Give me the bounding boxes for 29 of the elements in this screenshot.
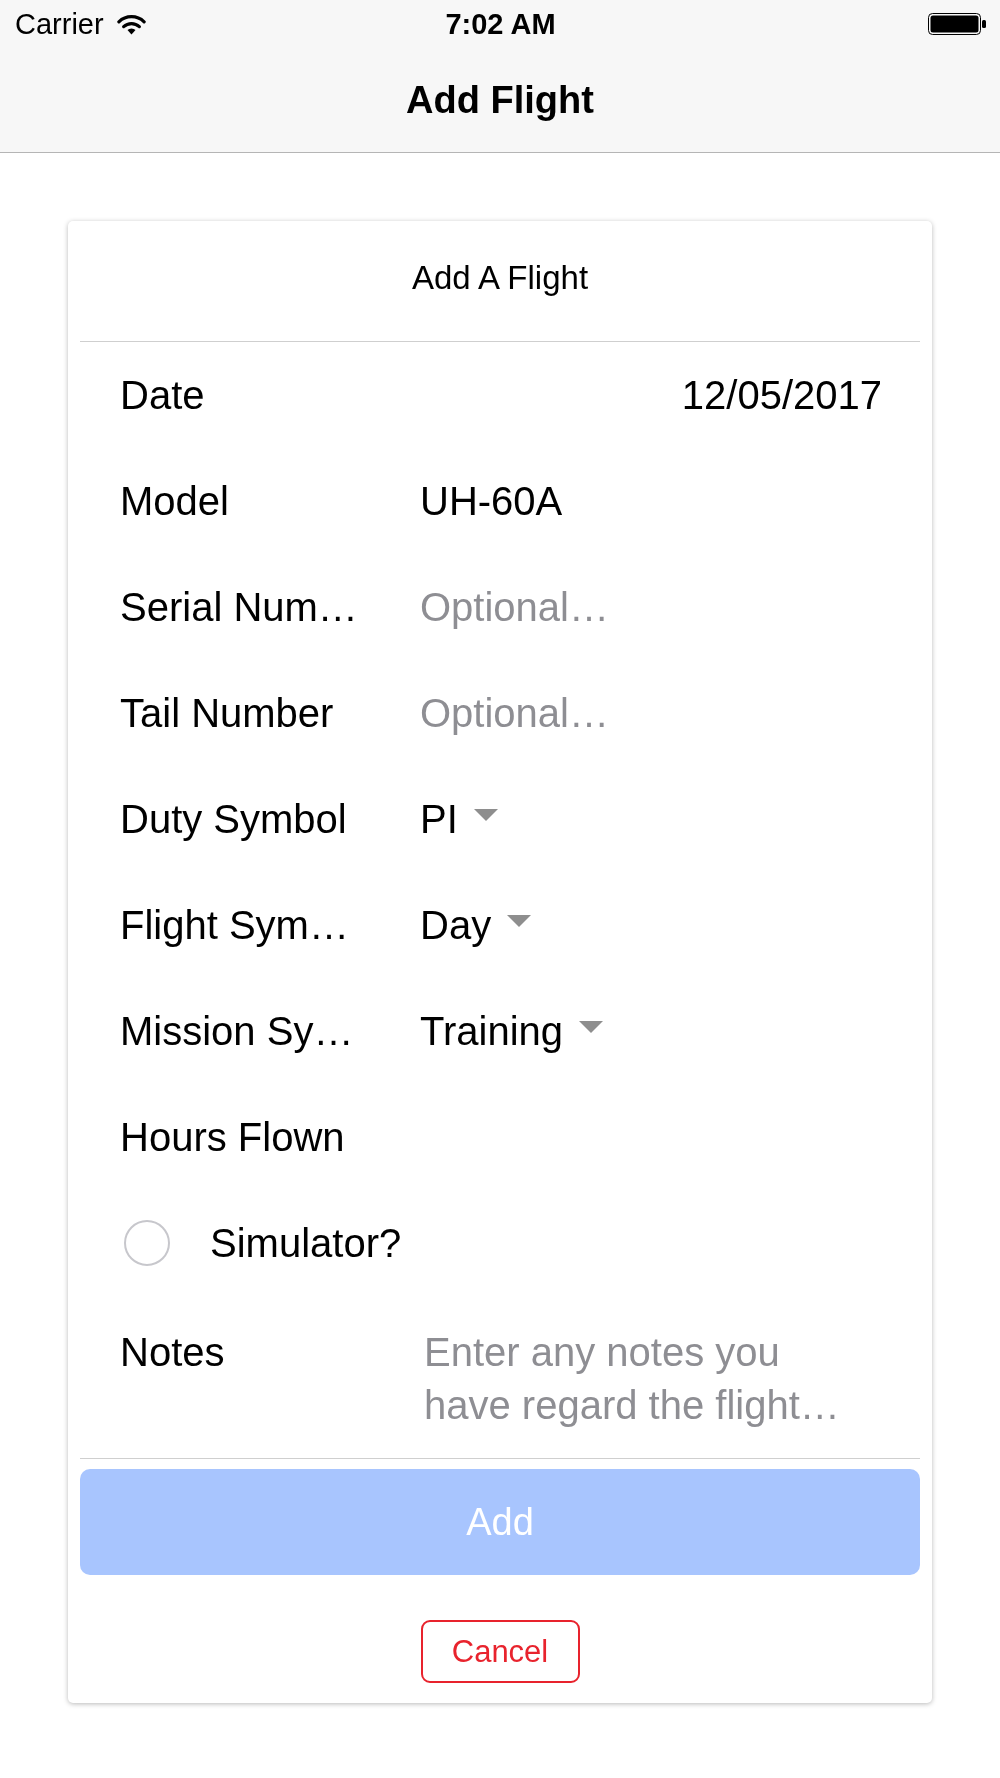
text-field[interactable]: Optional… (420, 688, 882, 738)
field-label: Notes (120, 1329, 225, 1376)
radio-label: Simulator? (210, 1220, 402, 1267)
field-label: Duty Symbol (120, 796, 347, 843)
dropdown-button[interactable]: PI (420, 794, 498, 844)
field-label: Tail Number (120, 690, 334, 737)
radio-button[interactable] (124, 1220, 170, 1266)
field-label: Hours Flown (120, 1114, 345, 1161)
field-label: Mission Sy… (120, 1008, 354, 1055)
caret-icon (507, 915, 532, 927)
battery-icon (928, 13, 986, 35)
cancel-button[interactable]: Cancel (420, 1620, 580, 1683)
field-label: Model (120, 478, 229, 525)
navigation-title: Add Flight (406, 78, 594, 123)
carrier-name: Carrier (15, 7, 104, 41)
date-field[interactable]: 12/05/2017 (420, 370, 882, 420)
text-field[interactable]: Optional… (420, 582, 882, 632)
wifi-icon (116, 13, 146, 35)
dropdown-button[interactable]: Day (420, 900, 532, 950)
field-label: Serial Num… (120, 584, 358, 631)
field-label: Flight Sym… (120, 902, 349, 949)
caret-icon (579, 1021, 604, 1033)
dropdown-button[interactable]: Training (420, 1006, 604, 1056)
notes-field[interactable]: Enter any notes you have regard the flight… (424, 1326, 866, 1432)
status-time: 7:02 AM (445, 7, 556, 41)
field-label: Date (120, 372, 205, 419)
form-title: Add A Flight (411, 258, 589, 298)
text-field[interactable]: UH-60A (420, 476, 882, 526)
caret-icon (473, 809, 498, 821)
